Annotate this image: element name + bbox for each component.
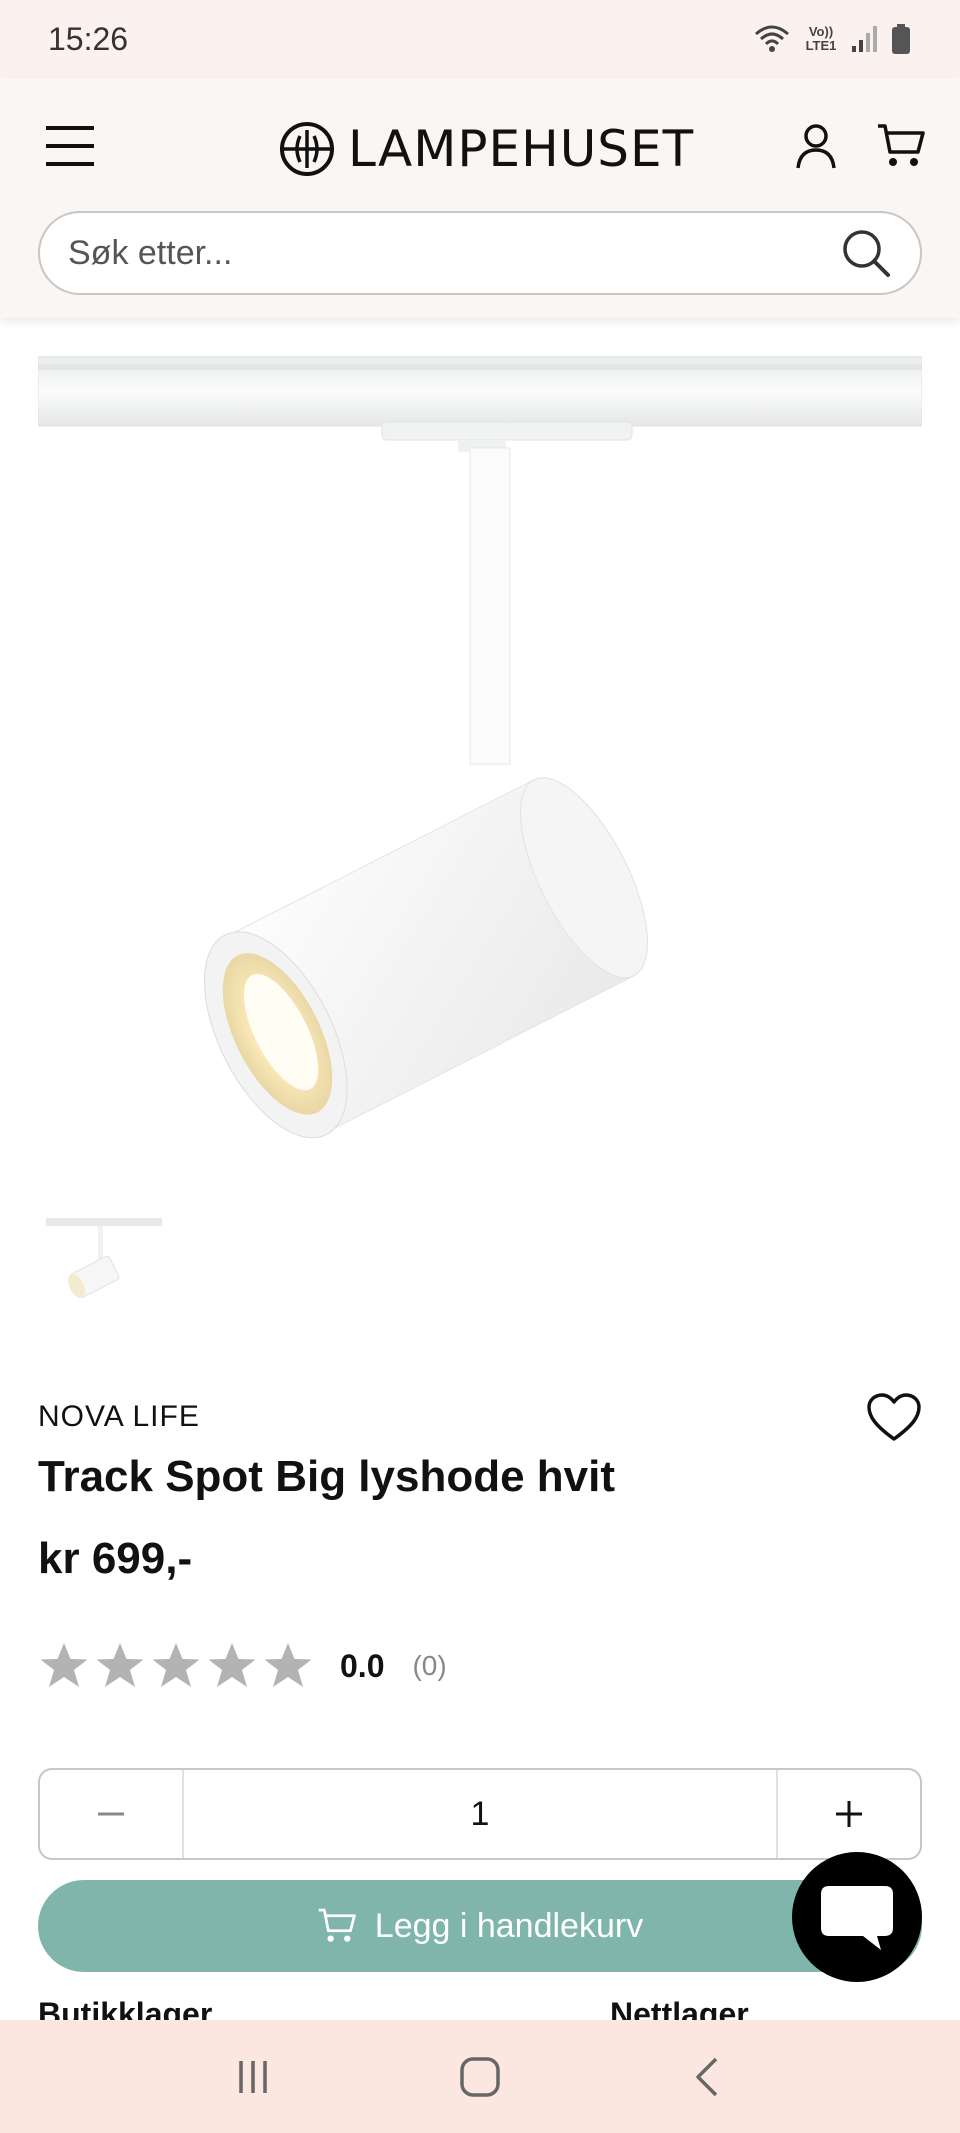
android-nav-bar — [0, 2020, 960, 2133]
star-icon — [40, 1643, 88, 1687]
chat-bubble-icon — [821, 1886, 893, 1950]
product-rating[interactable]: 0.0 (0) — [38, 1638, 447, 1694]
lte-icon: Vo)) LTE1 — [805, 24, 837, 53]
add-to-cart-label: Legg i handlekurv — [374, 1906, 644, 1945]
heart-icon — [867, 1393, 921, 1441]
rating-score: 0.0 — [340, 1647, 385, 1684]
product-image[interactable] — [37, 355, 923, 1156]
star-icon — [264, 1643, 312, 1687]
quantity-value[interactable]: 1 — [184, 1770, 776, 1858]
product-brand[interactable]: NOVA LIFE — [38, 1400, 200, 1434]
search-bar — [38, 211, 922, 295]
star-icon — [208, 1643, 256, 1687]
chat-button[interactable] — [792, 1852, 922, 1982]
status-time: 15:26 — [48, 20, 129, 57]
quantity-decrease-button[interactable] — [40, 1770, 184, 1858]
menu-icon — [46, 126, 94, 166]
search-icon[interactable] — [840, 227, 892, 279]
status-bar: 15:26 Vo)) LTE1 — [0, 0, 960, 78]
account-icon — [796, 124, 836, 169]
home-icon — [460, 2056, 500, 2097]
track-spot-image — [37, 355, 923, 1139]
rating-stars — [38, 1640, 314, 1692]
product-title: Track Spot Big lyshode hvit — [38, 1452, 616, 1501]
product-thumbnail[interactable] — [44, 1216, 164, 1316]
search-input[interactable] — [68, 233, 840, 273]
status-icons: Vo)) LTE1 — [752, 22, 912, 56]
rating-count: (0) — [412, 1650, 447, 1681]
site-header: LAMPEHUSET — [0, 78, 960, 318]
minus-icon — [98, 1812, 124, 1816]
back-icon — [695, 2057, 717, 2096]
signal-icon — [852, 26, 877, 52]
star-icon — [96, 1643, 144, 1687]
quantity-stepper: 1 — [38, 1768, 922, 1860]
cart-icon — [318, 1908, 356, 1942]
star-icon — [152, 1643, 200, 1687]
wifi-icon — [755, 25, 789, 52]
menu-button[interactable] — [44, 122, 96, 170]
quantity-increase-button[interactable] — [776, 1770, 920, 1858]
cart-button[interactable] — [876, 122, 926, 170]
plus-icon — [836, 1801, 862, 1827]
recent-apps-icon — [239, 2060, 268, 2093]
battery-icon — [892, 24, 910, 54]
account-button[interactable] — [792, 122, 840, 170]
add-to-cart-button[interactable]: Legg i handlekurv — [38, 1880, 922, 1972]
cart-icon — [878, 124, 925, 166]
wishlist-button[interactable] — [866, 1392, 922, 1444]
site-logo[interactable]: LAMPEHUSET — [278, 114, 694, 184]
thumbnail-image — [46, 1218, 162, 1298]
logo-text: LAMPEHUSET — [348, 120, 695, 178]
product-price: kr 699,- — [38, 1534, 193, 1583]
home-button[interactable] — [450, 2047, 510, 2107]
recent-apps-button[interactable] — [223, 2047, 283, 2107]
back-button[interactable] — [677, 2047, 737, 2107]
logo-icon — [280, 122, 334, 176]
